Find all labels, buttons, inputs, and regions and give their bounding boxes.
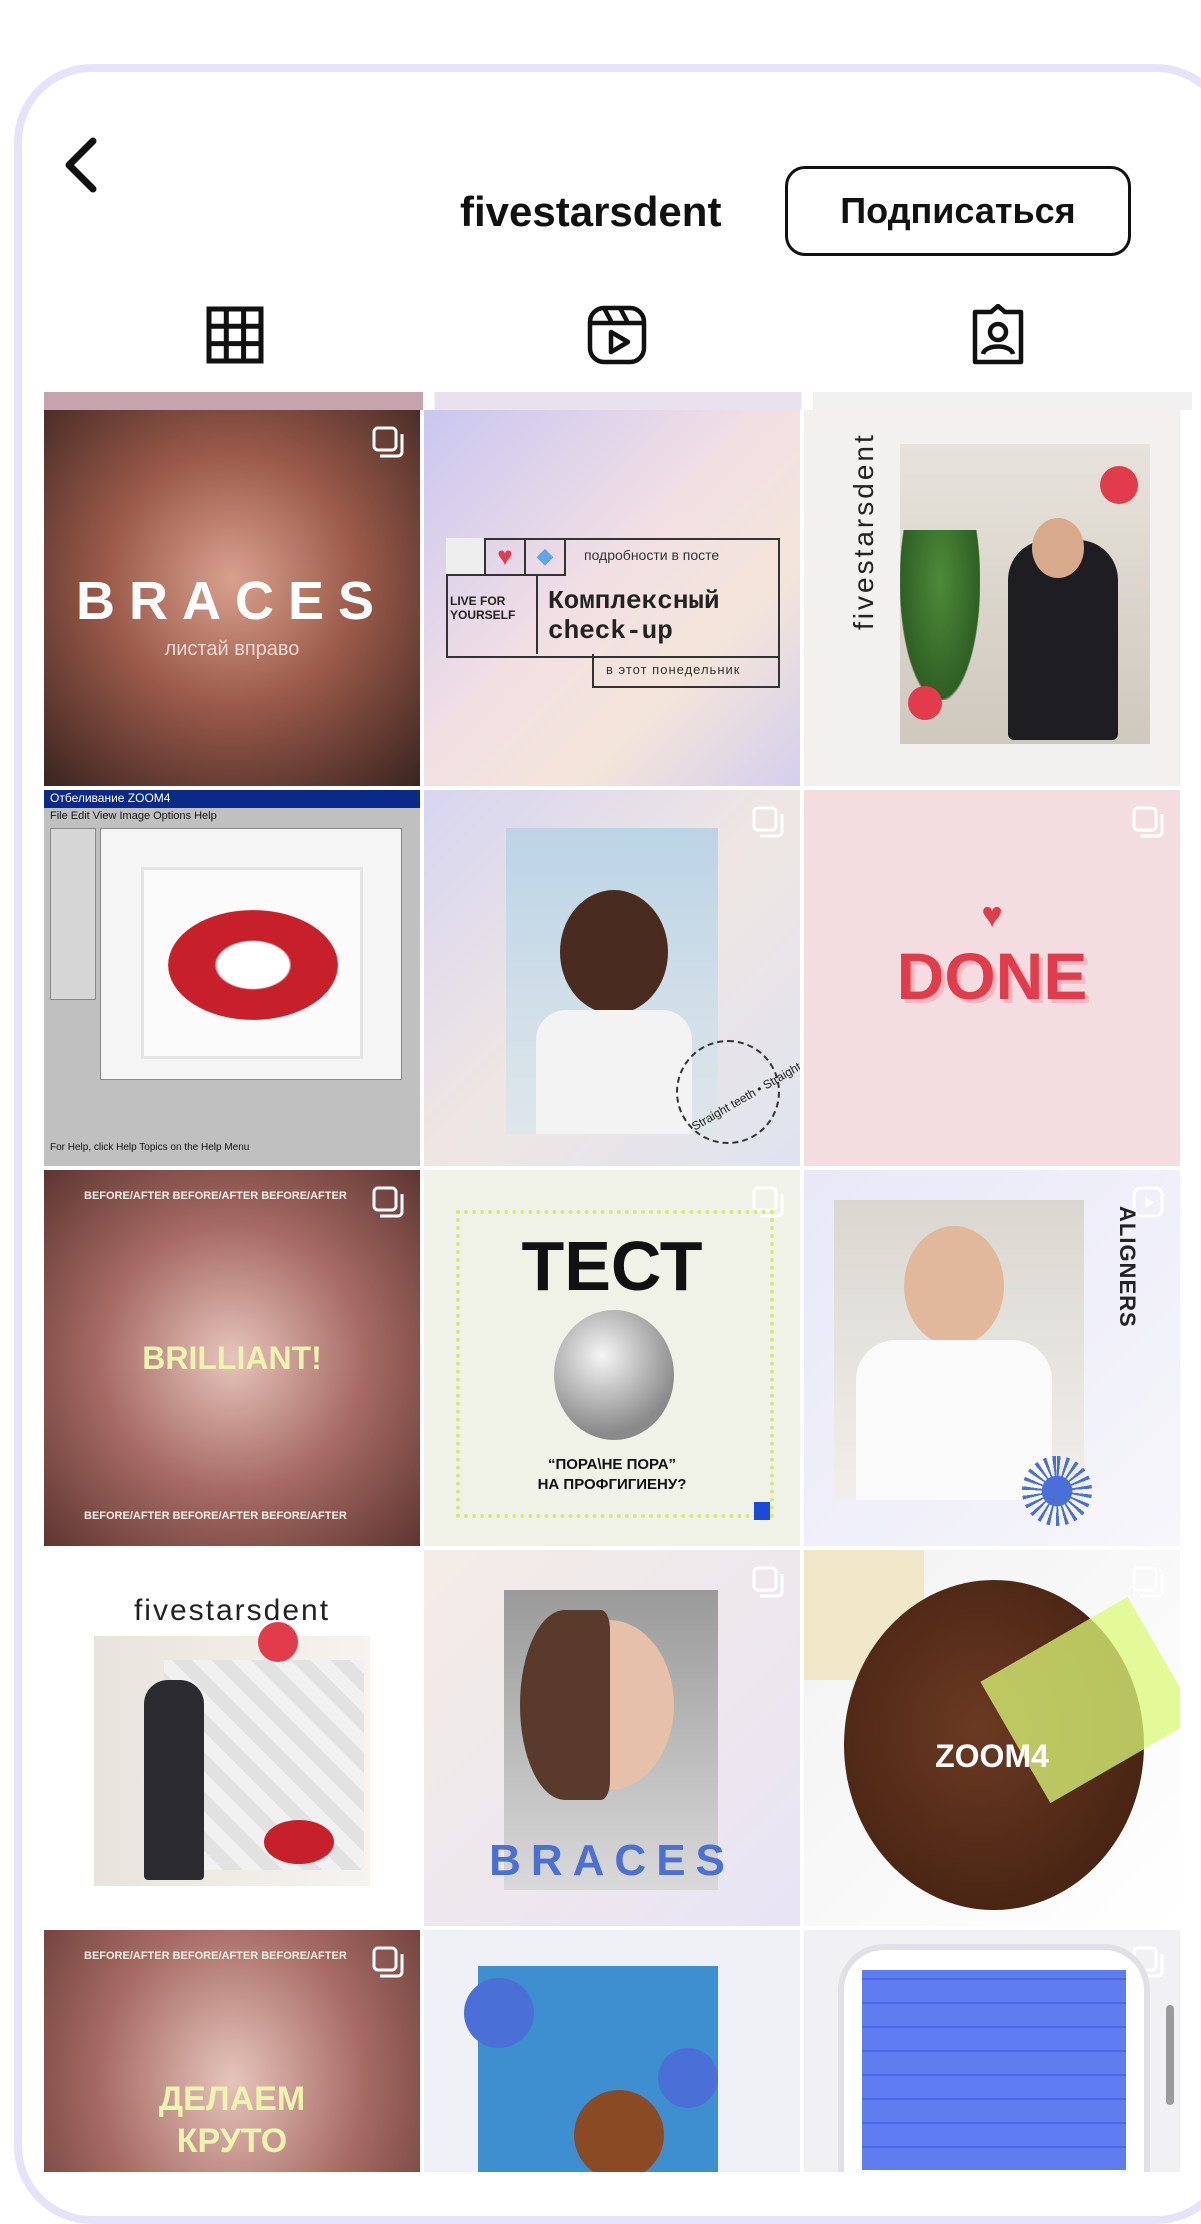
multi-photo-icon: [372, 1946, 404, 1978]
face: [904, 1226, 1004, 1346]
post-caption-2: НА ПРОФГИГИЕНУ?: [537, 1476, 687, 1493]
post-checkup[interactable]: ♥ ◆ подробности в посте LIVE FOR YOURSEL…: [424, 410, 800, 786]
post-caption-1: “ПОРА\НЕ ПОРА”: [547, 1456, 677, 1473]
tab-grid[interactable]: [200, 300, 270, 370]
heart-icon: ♥: [981, 894, 1003, 935]
post-brand: fivestarsdent: [848, 432, 879, 630]
tooth-icon: [446, 538, 486, 576]
post-tagline: LIVE FOR YOURSELF: [450, 594, 516, 622]
post-straight-teeth[interactable]: Straight teeth • Straight teeth •: [424, 790, 800, 1166]
profile-username: fivestarsdent: [460, 188, 722, 235]
post-aligners[interactable]: ALIGNERS: [804, 1170, 1180, 1546]
frame-text: BEFORE/AFTER BEFORE/AFTER BEFORE/AFTER: [84, 1950, 347, 1962]
post-title: ТЕСТ: [521, 1227, 703, 1305]
red-dot: [1100, 466, 1138, 504]
heart-icon: ♥: [486, 538, 526, 576]
post-title: BRACES: [489, 1836, 735, 1885]
post-headline-1: Комплексный: [548, 586, 720, 616]
post-footer: в этот понедельник: [606, 662, 741, 677]
tab-tagged[interactable]: [963, 300, 1033, 370]
toolbox: [50, 828, 96, 1000]
post-team-wall[interactable]: fivestarsdent: [44, 1550, 420, 1926]
post-brilliant[interactable]: BEFORE/AFTER BEFORE/AFTER BEFORE/AFTER B…: [44, 1170, 420, 1546]
hair: [574, 2090, 664, 2172]
multi-photo-icon: [752, 806, 784, 838]
post-title: ALIGNERS: [1115, 1206, 1140, 1328]
multi-photo-icon: [1132, 1566, 1164, 1598]
frame-text: BEFORE/AFTER BEFORE/AFTER BEFORE/AFTER: [84, 1190, 347, 1202]
posts-grid: BRACES листай вправо ♥ ◆ подробности в п…: [44, 392, 1192, 2172]
post-title: ZOOM4: [935, 1738, 1049, 1774]
post-braces-2[interactable]: BRACES: [424, 1550, 800, 1926]
scrollbar[interactable]: [1166, 2005, 1174, 2105]
brick-wall: [862, 1970, 1126, 2170]
person-silhouette: [144, 1680, 204, 1880]
post-zoom4-window[interactable]: Отбеливание ZOOM4 File Edit View Image O…: [44, 790, 420, 1166]
shirt: [856, 1340, 1052, 1500]
multi-photo-icon: [372, 426, 404, 458]
post-title: BRILLIANT!: [142, 1340, 322, 1376]
blue-starburst: [1022, 1456, 1092, 1526]
plant: [900, 530, 980, 700]
subscribe-button[interactable]: Подписаться: [785, 166, 1131, 256]
back-button[interactable]: [56, 120, 106, 210]
balloon-dog-image: [554, 1310, 674, 1440]
red-dot: [908, 686, 942, 720]
post-subtitle: листай вправо: [164, 638, 300, 660]
shirt: [536, 1010, 692, 1134]
post-test[interactable]: ТЕСТ “ПОРА\НЕ ПОРА” НА ПРОФГИГИЕНУ?: [424, 1170, 800, 1546]
post-note: подробности в посте: [584, 547, 720, 563]
window-title: Отбеливание ZOOM4: [50, 791, 171, 805]
tagged-icon: [972, 304, 1024, 365]
multi-photo-icon: [372, 1186, 404, 1218]
diamond-icon: ◆: [526, 538, 566, 576]
post-done[interactable]: ♥ DONE: [804, 790, 1180, 1166]
multi-photo-icon: [1132, 806, 1164, 838]
window-menu: File Edit View Image Options Help: [50, 810, 217, 822]
lips-image: [264, 1820, 334, 1864]
lips-image: [168, 910, 338, 1020]
post-title-1: ДЕЛАЕМ: [158, 2080, 306, 2118]
reels-icon: [587, 305, 647, 365]
frame-text: BEFORE/AFTER BEFORE/AFTER BEFORE/AFTER: [84, 1510, 347, 1522]
post-headline-2: check-up: [548, 616, 673, 646]
post-title-2: КРУТО: [176, 2122, 288, 2160]
divider: [536, 574, 538, 654]
post-team-portrait[interactable]: fivestarsdent: [804, 410, 1180, 786]
post-phone-mockup[interactable]: [804, 1930, 1180, 2172]
post-zoom4[interactable]: ZOOM4: [804, 1550, 1180, 1926]
post-title: DONE: [896, 939, 1088, 1013]
post-braces[interactable]: BRACES листай вправо: [44, 410, 420, 786]
post-title: BRACES: [75, 571, 389, 631]
tab-reels[interactable]: [582, 300, 652, 370]
multi-photo-icon: [752, 1566, 784, 1598]
post-delaem-kruto[interactable]: BEFORE/AFTER BEFORE/AFTER BEFORE/AFTER Д…: [44, 1930, 420, 2172]
post-curly-hair[interactable]: [424, 1930, 800, 2172]
grid-icon: [206, 306, 264, 364]
red-dot: [258, 1622, 298, 1662]
status-bar: For Help, click Help Topics on the Help …: [50, 1142, 250, 1153]
hair: [520, 1610, 610, 1800]
post-brand: fivestarsdent: [133, 1594, 331, 1627]
face: [1032, 518, 1084, 578]
previous-row-strip: [44, 392, 1192, 410]
bookmark-icon: [754, 1502, 770, 1520]
face: [560, 890, 668, 1014]
blue-dot: [658, 2048, 718, 2108]
chevron-left-icon: [65, 137, 97, 193]
blue-dot: [464, 1978, 534, 2048]
